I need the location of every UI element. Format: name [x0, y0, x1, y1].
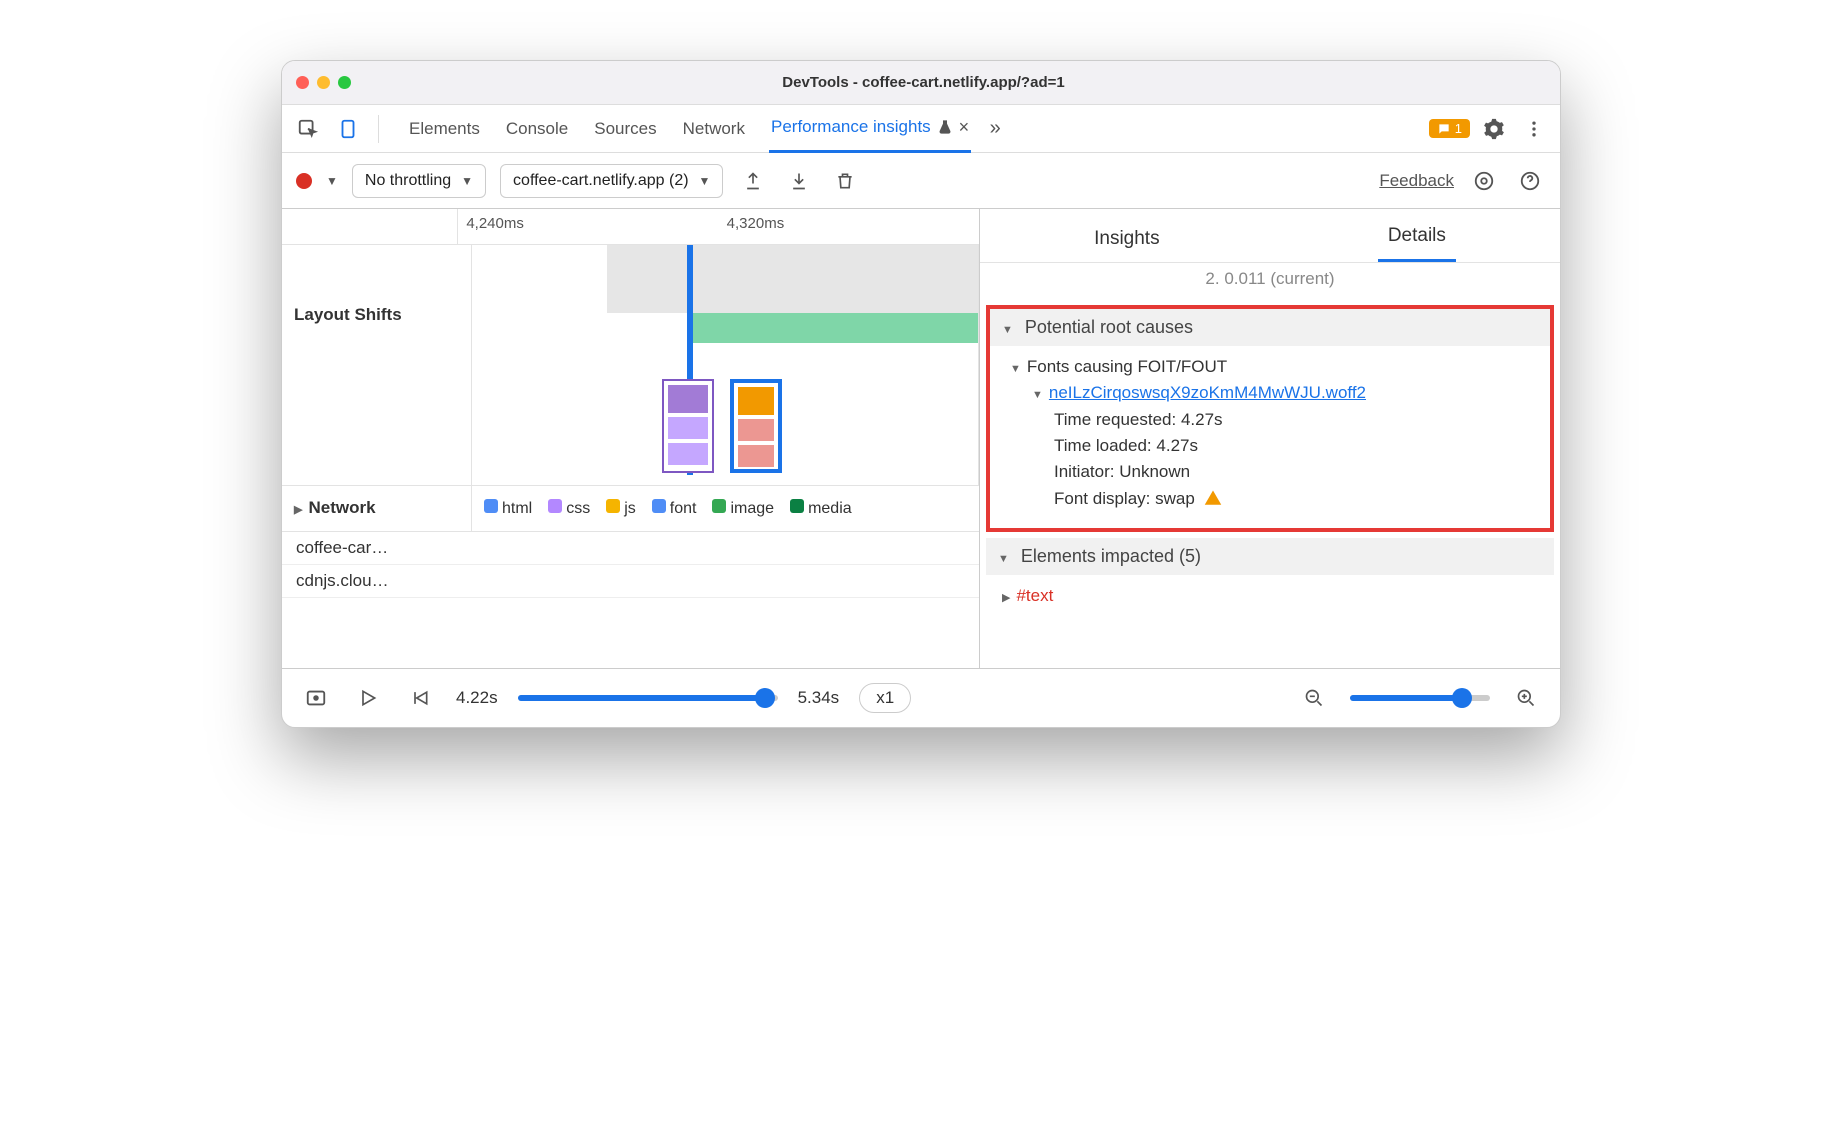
zoom-slider[interactable]	[1350, 695, 1490, 701]
section-header-elements-impacted[interactable]: Elements impacted (5)	[986, 538, 1554, 575]
details-tabs: Insights Details	[980, 209, 1560, 263]
maximize-window-icon[interactable]	[338, 76, 351, 89]
help-icon[interactable]	[1514, 165, 1546, 197]
playback-speed[interactable]: x1	[859, 683, 911, 713]
scrub-time-end: 5.34s	[798, 688, 840, 708]
timeline-panel: 4,240ms 4,320ms Layout Shifts Network ht…	[282, 209, 980, 668]
target-select[interactable]: coffee-cart.netlify.app (2) ▼	[500, 164, 723, 198]
detail-row: Time loaded: 4.27s	[1010, 433, 1530, 459]
tab-sources[interactable]: Sources	[592, 105, 658, 153]
throttling-select[interactable]: No throttling ▼	[352, 164, 486, 198]
timeline-content[interactable]	[472, 245, 979, 485]
insights-toolbar: ▼ No throttling ▼ coffee-cart.netlify.ap…	[282, 153, 1560, 209]
play-icon[interactable]	[352, 682, 384, 714]
chevron-down-icon: ▼	[699, 174, 711, 188]
tabs-overflow-icon[interactable]: »	[979, 113, 1011, 145]
legend-item: js	[606, 499, 636, 518]
network-track: Network html css js font image media	[282, 486, 979, 532]
tab-network[interactable]: Network	[681, 105, 747, 153]
tab-insights[interactable]: Insights	[1084, 228, 1169, 262]
legend-item: css	[548, 499, 590, 518]
track-label[interactable]: Network	[282, 486, 472, 531]
minimize-window-icon[interactable]	[317, 76, 330, 89]
timeline-region	[687, 313, 978, 343]
scrub-slider[interactable]	[518, 695, 778, 701]
tab-elements[interactable]: Elements	[407, 105, 482, 153]
timeline-ruler: 4,240ms 4,320ms	[282, 209, 979, 245]
details-panel: Insights Details 2. 0.011 (current) Pote…	[980, 209, 1560, 668]
settings-gear-icon[interactable]	[1478, 113, 1510, 145]
titlebar: DevTools - coffee-cart.netlify.app/?ad=1	[282, 61, 1560, 105]
record-dropdown-icon[interactable]: ▼	[326, 174, 338, 188]
devtools-window: DevTools - coffee-cart.netlify.app/?ad=1…	[281, 60, 1561, 728]
section-header-root-causes[interactable]: Potential root causes	[990, 309, 1550, 346]
layout-shifts-track: Layout Shifts	[282, 245, 979, 486]
prior-item-peek: 2. 0.011 (current)	[980, 263, 1560, 299]
zoom-in-icon[interactable]	[1510, 682, 1542, 714]
tab-label: Performance insights	[771, 117, 931, 137]
rewind-icon[interactable]	[404, 682, 436, 714]
legend-item: font	[652, 499, 697, 518]
detail-row: Time requested: 4.27s	[1010, 407, 1530, 433]
detail-row: Initiator: Unknown	[1010, 459, 1530, 485]
legend-item: media	[790, 499, 852, 518]
network-request-row[interactable]: cdnjs.clou…	[282, 565, 979, 598]
chevron-down-icon: ▼	[461, 174, 473, 188]
time-tick: 4,320ms	[719, 209, 979, 244]
network-legend: html css js font image media	[472, 486, 979, 531]
legend-item: image	[712, 499, 774, 518]
toggle-view-icon[interactable]	[300, 682, 332, 714]
speech-warning-icon	[1437, 122, 1451, 136]
flask-icon	[937, 119, 953, 135]
detail-row: Font display: swap	[1010, 486, 1530, 512]
elements-impacted-body: #text	[980, 575, 1560, 617]
device-toggle-icon[interactable]	[332, 113, 364, 145]
close-tab-icon[interactable]: ×	[959, 117, 970, 138]
issues-badge[interactable]: 1	[1429, 119, 1470, 138]
panel-tabs: Elements Console Sources Network Perform…	[407, 105, 971, 153]
window-title: DevTools - coffee-cart.netlify.app/?ad=1	[351, 74, 1496, 91]
screenshot-thumbnail-selected[interactable]	[730, 379, 782, 473]
panel-settings-icon[interactable]	[1468, 165, 1500, 197]
traffic-lights	[296, 76, 351, 89]
playback-bar: 4.22s 5.34s x1	[282, 669, 1560, 727]
root-causes-highlight: Potential root causes Fonts causing FOIT…	[986, 305, 1554, 532]
feedback-link[interactable]: Feedback	[1379, 171, 1454, 191]
delete-icon[interactable]	[829, 165, 861, 197]
time-tick: 4,240ms	[458, 209, 718, 244]
track-label: Layout Shifts	[282, 245, 472, 485]
main-toolbar: Elements Console Sources Network Perform…	[282, 105, 1560, 153]
kebab-menu-icon[interactable]	[1518, 113, 1550, 145]
close-window-icon[interactable]	[296, 76, 309, 89]
panel-body: 4,240ms 4,320ms Layout Shifts Network ht…	[282, 209, 1560, 669]
divider	[378, 115, 379, 143]
impacted-element[interactable]: #text	[1016, 586, 1053, 605]
root-causes-body: Fonts causing FOIT/FOUT neILzCirqoswsqX9…	[990, 346, 1550, 520]
network-request-row[interactable]: coffee-car…	[282, 532, 979, 565]
legend-item: html	[484, 499, 532, 518]
tab-performance-insights[interactable]: Performance insights ×	[769, 105, 971, 153]
timeline-region	[607, 245, 978, 313]
tree-item-fonts[interactable]: Fonts causing FOIT/FOUT	[1010, 354, 1530, 380]
screenshot-thumbnail[interactable]	[662, 379, 714, 473]
scrub-time-start: 4.22s	[456, 688, 498, 708]
import-icon[interactable]	[783, 165, 815, 197]
export-icon[interactable]	[737, 165, 769, 197]
inspect-icon[interactable]	[292, 113, 324, 145]
tab-details[interactable]: Details	[1378, 225, 1456, 262]
tab-console[interactable]: Console	[504, 105, 570, 153]
network-file-list: coffee-car… cdnjs.clou…	[282, 532, 979, 598]
record-button-icon[interactable]	[296, 173, 312, 189]
warning-icon	[1204, 489, 1222, 507]
font-file-link[interactable]: neILzCirqoswsqX9zoKmM4MwWJU.woff2	[1049, 383, 1366, 402]
zoom-out-icon[interactable]	[1298, 682, 1330, 714]
tree-item-font-file[interactable]: neILzCirqoswsqX9zoKmM4MwWJU.woff2	[1010, 380, 1530, 406]
